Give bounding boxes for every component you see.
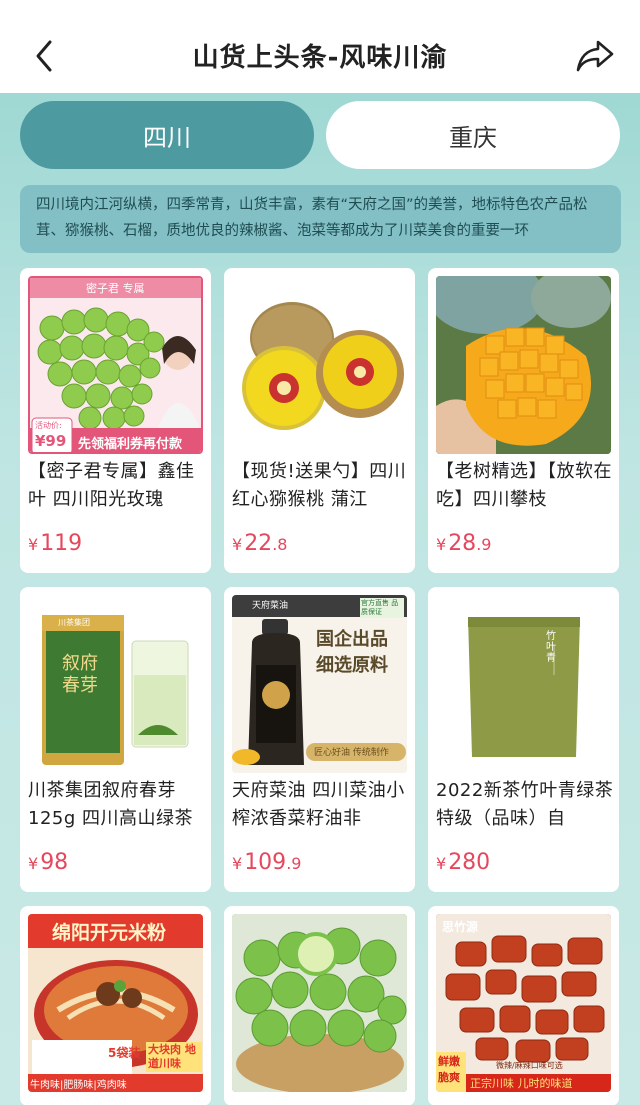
tea-can-text: 叙府春芽 — [62, 653, 98, 696]
product-card[interactable] — [224, 906, 415, 1105]
product-name: 天府菜油 四川菜油小榨浓香菜籽油非 — [232, 780, 405, 829]
page-title: 山货上头条-风味川渝 — [192, 43, 448, 73]
grape-banner-text: 密子君 专属 — [86, 282, 145, 295]
oil-badge: 官方直售 品质保证 — [360, 598, 404, 618]
tea-bag-brand: 竹叶青 — [546, 631, 556, 664]
region-tabs: 四川 重庆 — [20, 101, 620, 169]
noodle-tag: 大块肉 地道川味 — [146, 1042, 202, 1072]
product-price: ¥22.8 — [232, 531, 288, 556]
price-dec: .9 — [286, 854, 302, 873]
noodle-flavors: 牛肉味|肥肠味|鸡肉味 — [30, 1080, 127, 1091]
product-name: 川茶集团叙府春芽125g 四川高山绿茶 — [28, 780, 194, 829]
product-image: 天府菜油 官方直售 品质保证 国企出品 细选原料 匠心好油 传统制作 — [232, 595, 407, 773]
product-card[interactable]: 竹叶青 2022新茶竹叶青绿茶特级（品味）自 ¥280 — [428, 587, 619, 892]
product-card[interactable]: 密子君 专属 活动价: ¥99 先领福利券再付款 【密子君专属】鑫佳叶 四川阳光… — [20, 268, 211, 573]
price-int: 98 — [40, 850, 69, 875]
noodle-pack: 5袋装 — [108, 1046, 141, 1060]
product-name: 2022新茶竹叶青绿茶特级（品味）自 — [436, 780, 614, 829]
price-dec: .8 — [272, 535, 288, 554]
product-image: 密子君 专属 活动价: ¥99 先领福利券再付款 — [28, 276, 203, 454]
tea-brand: 川茶集团 — [58, 618, 90, 627]
product-card[interactable]: 天府菜油 官方直售 品质保证 国企出品 细选原料 匠心好油 传统制作 天府菜油 … — [224, 587, 415, 892]
price-int: 22 — [244, 531, 273, 556]
product-name: 【现货!送果勺】四川红心猕猴桃 蒲江 — [232, 461, 407, 510]
tab-sichuan[interactable]: 四川 — [20, 101, 314, 169]
product-image — [436, 276, 611, 454]
price-int: 280 — [448, 850, 491, 875]
price-int: 28 — [448, 531, 477, 556]
product-image: 思竹源 鲜嫩 脆爽 微辣/麻辣口味可选 正宗川味 儿时的味道 — [436, 914, 611, 1092]
region-intro: 四川境内江河纵横，四季常青，山货丰富，素有“天府之国”的美誉，地标特色农产品松茸… — [20, 185, 621, 253]
price-int: 109 — [244, 850, 287, 875]
oil-headline1: 国企出品 — [316, 629, 388, 650]
price-int: 119 — [40, 531, 83, 556]
snack-tag: 微辣/麻辣口味可选 — [496, 1061, 563, 1070]
share-arrow-icon — [576, 40, 614, 72]
coupon-text: 先领福利券再付款 — [78, 437, 183, 452]
snack-side: 鲜嫩 脆爽 — [438, 1055, 460, 1084]
price-dec: .9 — [476, 535, 492, 554]
product-image: 川茶集团 叙府春芽 — [28, 595, 203, 773]
top-bar: 山货上头条-风味川渝 — [0, 0, 640, 93]
share-button[interactable] — [574, 38, 616, 74]
product-card[interactable]: 【老树精选】【放软在吃】四川攀枝 ¥28.9 — [428, 268, 619, 573]
activity-price: ¥99 — [35, 432, 67, 450]
oil-brand: 天府菜油 — [252, 601, 289, 611]
product-price: ¥109.9 — [232, 850, 302, 875]
tab-chongqing[interactable]: 重庆 — [326, 101, 620, 169]
product-image — [232, 914, 407, 1092]
product-name: 【密子君专属】鑫佳叶 四川阳光玫瑰 — [28, 461, 195, 510]
product-price: ¥119 — [28, 531, 83, 556]
product-price: ¥280 — [436, 850, 491, 875]
product-card[interactable]: 绵阳开元米粉 5袋装 大块肉 地道川味 牛肉味|肥肠味|鸡肉味 — [20, 906, 211, 1105]
product-image — [232, 276, 407, 454]
product-card[interactable]: 【现货!送果勺】四川红心猕猴桃 蒲江 ¥22.8 — [224, 268, 415, 573]
snack-slogan: 正宗川味 儿时的味道 — [470, 1077, 573, 1090]
noodle-headline: 绵阳开元米粉 — [52, 922, 167, 944]
content-area: 四川 重庆 四川境内江河纵横，四季常青，山货丰富，素有“天府之国”的美誉，地标特… — [0, 93, 640, 1105]
product-price: ¥28.9 — [436, 531, 492, 556]
product-image: 绵阳开元米粉 5袋装 大块肉 地道川味 牛肉味|肥肠味|鸡肉味 — [28, 914, 203, 1092]
product-name: 【老树精选】【放软在吃】四川攀枝 — [436, 461, 612, 510]
product-card[interactable]: 思竹源 鲜嫩 脆爽 微辣/麻辣口味可选 正宗川味 儿时的味道 — [428, 906, 619, 1105]
activity-price-label: 活动价: — [35, 421, 62, 430]
oil-headline2: 细选原料 — [316, 655, 388, 676]
product-image: 竹叶青 — [436, 595, 611, 773]
oil-sub: 匠心好油 传统制作 — [314, 748, 389, 758]
product-price: ¥98 — [28, 850, 69, 875]
product-card[interactable]: 川茶集团 叙府春芽 川茶集团叙府春芽125g 四川高山绿茶 ¥98 — [20, 587, 211, 892]
snack-brand: 思竹源 — [442, 920, 479, 934]
